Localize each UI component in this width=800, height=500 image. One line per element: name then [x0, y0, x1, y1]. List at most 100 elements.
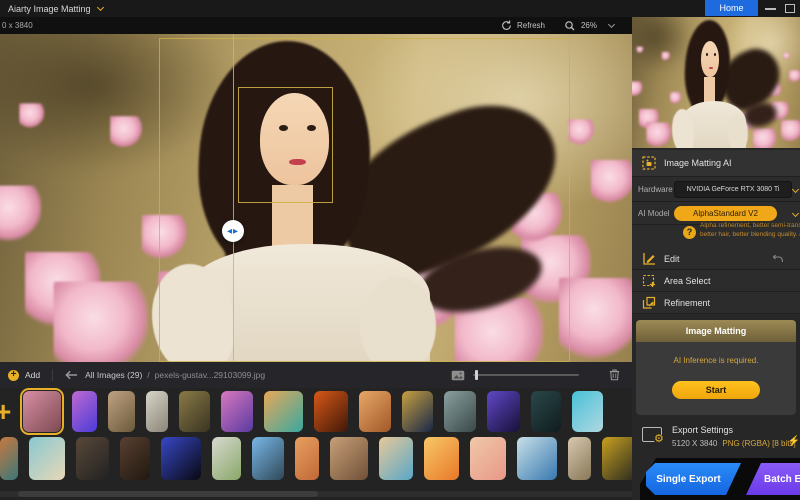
thumbnail-freckle-face[interactable] [295, 437, 319, 480]
minimize-icon[interactable] [765, 8, 776, 10]
refinement-icon [642, 296, 656, 310]
app-menu-chevron-icon[interactable] [97, 3, 104, 10]
thumbnail-size-slider[interactable] [473, 374, 579, 376]
ai-model-label: AI Model [638, 209, 670, 218]
thumbnail-sunset-sky[interactable] [424, 437, 459, 480]
ai-model-select[interactable]: AlphaStandard V2 [674, 206, 777, 221]
add-button[interactable]: Add [25, 370, 40, 380]
thumbnail-rainbow-fan-art[interactable] [264, 391, 303, 432]
thumbnail-afro-blue-sky[interactable] [252, 437, 284, 480]
tool-edit[interactable]: Edit [632, 248, 800, 270]
thumbnail-strip: + [0, 388, 632, 500]
right-panel: Image Matting AI Hardware NVIDIA GeForce… [632, 17, 800, 500]
thumbnail-retro-car-art[interactable] [221, 391, 253, 432]
thumbnail-purple-flower-art[interactable] [72, 391, 97, 432]
zoom-chevron-icon[interactable] [608, 21, 615, 28]
thumbnail-flower-crown-portrait[interactable] [108, 391, 135, 432]
footer-toolbar: + Add All Images (29) / pexels-gustav...… [0, 362, 632, 388]
breadcrumb-filename: pexels-gustav...29103099.jpg [155, 370, 265, 380]
compare-slider-handle[interactable]: ◀▶ [222, 220, 244, 242]
thumbnail-size-icon [451, 370, 465, 381]
thumbnail-street-scene[interactable] [146, 391, 168, 432]
thumbnail-bride-veil[interactable] [568, 437, 591, 480]
export-settings-row[interactable]: ⚙ Export Settings 5120 X 3840PNG (RGBA) … [632, 420, 800, 458]
matting-card-title: Image Matting [636, 320, 796, 342]
thumbnail-night-street-lamp[interactable] [402, 391, 433, 432]
thumbnail-orange-figure[interactable] [314, 391, 348, 432]
back-arrow-icon[interactable] [65, 370, 78, 380]
app-title: Aiarty Image Matting [8, 4, 91, 14]
canvas-toolbar: 0 x 3840 Refresh 26% [0, 17, 632, 34]
thumbnail-scrollbar[interactable] [0, 491, 632, 497]
undo-icon[interactable] [772, 254, 784, 263]
section-image-matting-ai: Image Matting AI [632, 150, 800, 177]
result-preview-image [632, 17, 800, 148]
ai-model-chevron-icon[interactable] [792, 209, 799, 216]
title-bar: Aiarty Image Matting Home [0, 0, 800, 17]
thumbnail-blue-glasses-woman[interactable] [572, 391, 603, 432]
refresh-icon[interactable] [501, 20, 512, 31]
thumbnail-beach-scene[interactable] [379, 437, 413, 480]
thumbnail-dark-yellow-objects[interactable] [602, 437, 632, 480]
hardware-label: Hardware [638, 185, 673, 194]
export-size-value: 5120 X 3840PNG (RGBA) [8 bits] [672, 439, 796, 448]
matting-status-text: AI Inference is required. [636, 356, 796, 365]
slider-handle[interactable] [475, 370, 478, 380]
gear-icon: ⚙ [654, 434, 664, 445]
model-description: Alpha refinement, better semi-transparen… [700, 221, 800, 239]
thumb-row-2 [0, 437, 632, 480]
export-format-value: PNG (RGBA) [8 bits] [722, 439, 795, 448]
refresh-button[interactable]: Refresh [517, 21, 545, 30]
thumbnail-red-hair-water[interactable] [0, 437, 18, 480]
thumbnail-blonde-warm-light[interactable] [359, 391, 391, 432]
app-window: Aiarty Image Matting Home 0 x 3840 Refre… [0, 0, 800, 500]
edit-icon [642, 252, 656, 266]
thumbnail-glass-on-sea[interactable] [517, 437, 557, 480]
model-description-row: ? Alpha refinement, better semi-transpar… [632, 225, 800, 248]
thumbnail-window-light-portrait[interactable] [179, 391, 210, 432]
home-button[interactable]: Home [705, 0, 758, 16]
image-dimensions-label: 0 x 3840 [2, 21, 33, 30]
divider [52, 369, 53, 381]
hardware-select[interactable]: NVIDIA GeForce RTX 3080 Ti [674, 181, 792, 198]
image-bounds-overlay [159, 38, 570, 362]
thumbnail-reclining-figure[interactable] [330, 437, 368, 480]
thumbnail-teal-blonde[interactable] [29, 437, 65, 480]
image-matting-card: Image Matting AI Inference is required. … [636, 320, 796, 415]
trash-icon[interactable] [609, 369, 620, 381]
single-export-button[interactable]: Single Export [646, 463, 741, 495]
matting-ai-icon [642, 156, 656, 170]
section-title: Image Matting AI [664, 158, 732, 168]
thumbnail-scrollbar-handle[interactable] [18, 491, 318, 497]
compare-divider-line[interactable] [233, 34, 234, 362]
thumbnail-neon-dancer[interactable] [487, 391, 520, 432]
selection-box-overlay[interactable] [238, 87, 333, 203]
thumbnail-building-window[interactable] [212, 437, 241, 480]
tool-refinement[interactable]: Refinement [632, 292, 800, 314]
thumbnail-peach-flowers[interactable] [470, 437, 506, 480]
breadcrumb-separator: / [147, 370, 149, 380]
result-preview[interactable] [632, 17, 800, 148]
thumbnail-stairs-dim[interactable] [120, 437, 150, 480]
thumbnail-mountain-moon[interactable] [531, 391, 561, 432]
zoom-level-value[interactable]: 26% [581, 21, 597, 30]
maximize-icon[interactable] [785, 4, 795, 13]
start-button[interactable]: Start [672, 381, 760, 399]
zoom-magnifier-icon[interactable] [564, 20, 576, 32]
canvas[interactable]: ◀▶ [0, 34, 632, 362]
area-select-icon [642, 274, 656, 288]
export-tools-icon[interactable]: ⚡ [788, 436, 800, 447]
add-image-plus-icon[interactable]: + [0, 396, 11, 428]
add-icon[interactable]: + [8, 370, 19, 381]
hardware-chevron-icon[interactable] [792, 185, 799, 192]
thumbnail-girl-flowers[interactable] [23, 391, 61, 432]
breadcrumb-all-images[interactable]: All Images (29) [85, 370, 142, 380]
thumbnail-dark-portrait-man[interactable] [76, 437, 109, 480]
thumbnail-blue-flowers-black[interactable] [161, 437, 201, 480]
thumbnail-curly-hair-portrait[interactable] [444, 391, 476, 432]
tool-area-select[interactable]: Area Select [632, 270, 800, 292]
export-settings-title: Export Settings [672, 425, 733, 435]
thumb-row-1 [23, 391, 603, 432]
help-icon[interactable]: ? [683, 226, 696, 239]
hardware-row: Hardware NVIDIA GeForce RTX 3080 Ti [632, 177, 800, 202]
